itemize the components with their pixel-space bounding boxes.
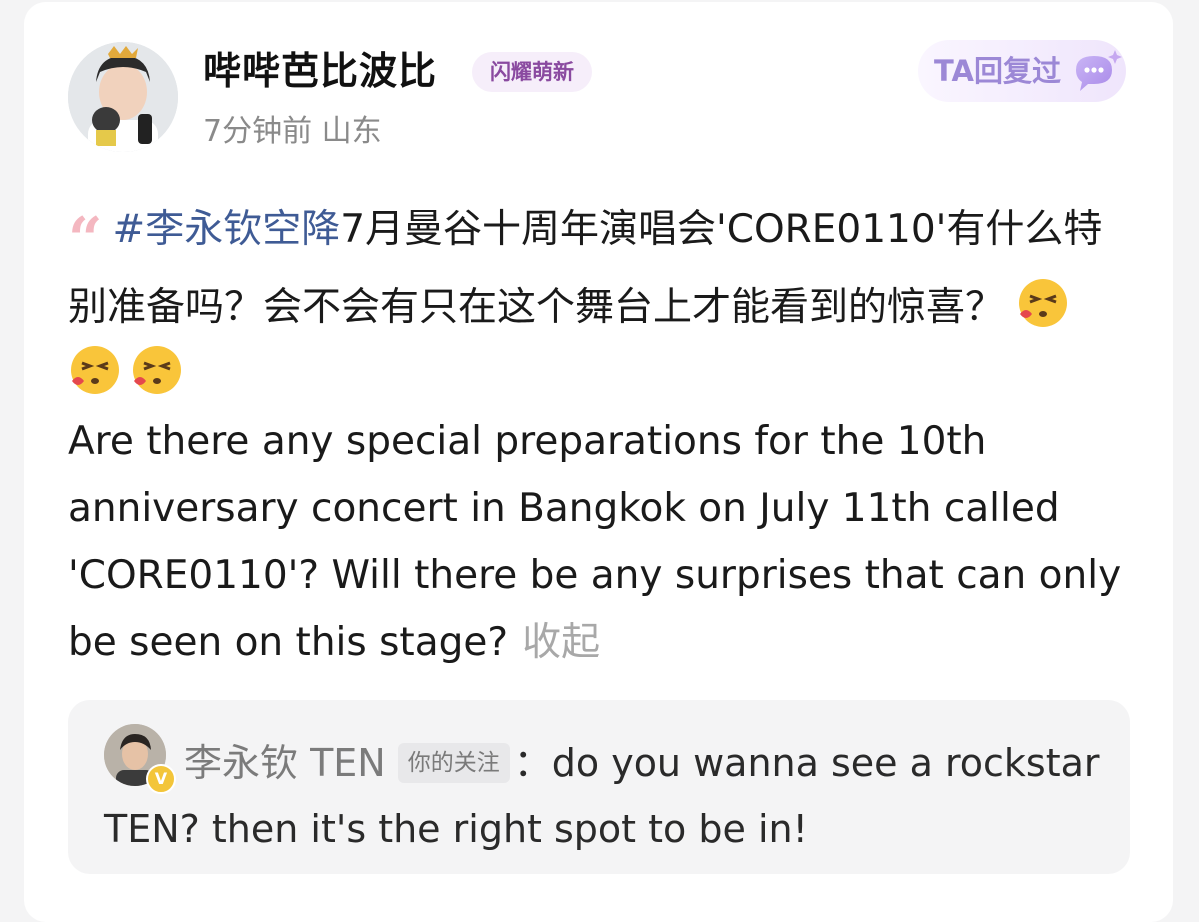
- user-avatar[interactable]: [68, 42, 178, 152]
- post-time: 7分钟前: [203, 114, 313, 149]
- question-text: “#李永钦空降7月曼谷十周年演唱会'CORE0110'有什么特别准备吗？会不会有…: [68, 196, 1138, 676]
- reply-box[interactable]: V 李永钦 TEN 你的关注 ：do you wanna see a rocksta…: [68, 700, 1130, 874]
- replied-label: TA回复过: [934, 54, 1061, 88]
- reply-text: 李永钦 TEN 你的关注 ：do you wanna see a rockstar …: [104, 730, 1104, 862]
- username[interactable]: 哔哔芭比波比: [203, 48, 437, 94]
- follow-tag: 你的关注: [397, 743, 510, 783]
- level-badge: 闪耀萌新: [472, 52, 592, 92]
- reply-author[interactable]: 李永钦 TEN: [184, 741, 386, 785]
- kissing-face-icon: [1016, 276, 1070, 330]
- post-meta: 7分钟前 山东: [203, 112, 382, 152]
- replied-badge[interactable]: TA回复过: [918, 40, 1126, 102]
- reply-separator: ：: [513, 741, 552, 785]
- kissing-face-icon: [130, 343, 184, 397]
- chat-bubble-icon: [1068, 48, 1122, 100]
- quote-mark-icon: “: [68, 205, 102, 275]
- kissing-face-icon: [68, 343, 122, 397]
- post-location: 山东: [321, 114, 382, 149]
- hashtag-link[interactable]: #李永钦空降: [113, 207, 341, 252]
- collapse-link[interactable]: 收起: [522, 620, 600, 665]
